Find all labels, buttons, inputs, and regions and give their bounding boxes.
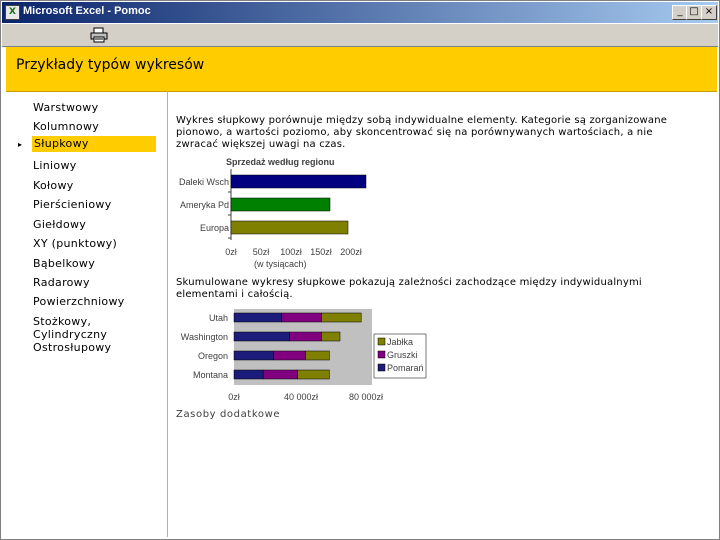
- chart1-bar: [230, 220, 349, 235]
- help-window: X Microsoft Excel - Pomoc _ □ × Przykład…: [0, 0, 720, 540]
- chart2-category-label: Utah: [209, 313, 228, 323]
- nav-item-kolowy[interactable]: Kołowy: [33, 179, 74, 192]
- selected-arrow-icon: ▸: [18, 140, 23, 149]
- chart2-bar-segment: [289, 331, 322, 342]
- chart-type-nav: Warstwowy Kolumnowy ▸ Słupkowy Liniowy K…: [6, 91, 168, 537]
- stacked-bar-chart-by-state: Utah Washington Oregon Montana 0zł 40 000zł 8…: [181, 309, 427, 402]
- nav-item-gieldowy[interactable]: Giełdowy: [33, 218, 86, 231]
- nav-item-kolumnowy[interactable]: Kolumnowy: [33, 120, 99, 133]
- chart1-bar: [230, 197, 331, 212]
- nav-item-slupkowy[interactable]: Słupkowy: [32, 136, 156, 152]
- chart2-legend-label: Pomarań: [387, 363, 424, 373]
- chart1-category-label: Ameryka Pd: [180, 200, 229, 210]
- chart2-tick-label: 80 000zł: [349, 392, 383, 402]
- chart2-bar-segment: [321, 331, 341, 342]
- chart2-legend-swatch: [377, 337, 386, 346]
- nav-item-liniowy[interactable]: Liniowy: [33, 159, 77, 172]
- nav-item-xy-punktowy[interactable]: XY (punktowy): [33, 237, 117, 250]
- chart1-tick-label: 0zł: [225, 247, 237, 257]
- chart2-bar-segment: [297, 369, 330, 380]
- chart1-bar: [230, 174, 367, 189]
- chart2-bar-segment: [273, 350, 306, 361]
- chart2-bar-segment: [233, 350, 274, 361]
- chart2-legend-label: Gruszki: [387, 350, 418, 360]
- chart1-tick-label: 100zł: [280, 247, 302, 257]
- chart2-bar-segment: [321, 312, 362, 323]
- nav-item-cylindryczny[interactable]: Cylindryczny: [33, 328, 107, 341]
- page-title: Przykłady typów wykresów: [16, 57, 205, 73]
- nav-item-warstwowy[interactable]: Warstwowy: [33, 101, 98, 114]
- chart1-x-axis-label: (w tysiącach): [254, 259, 307, 269]
- bar-chart-description: Wykres słupkowy porównuje między sobą in…: [176, 115, 668, 150]
- chart2-bar-segment: [233, 331, 290, 342]
- chart2-category-label: Oregon: [198, 351, 228, 361]
- chart2-tick-label: 40 000zł: [284, 392, 318, 402]
- chart1-tick-label: 200zł: [340, 247, 362, 257]
- nav-item-pierscieniowy[interactable]: Pierścieniowy: [33, 198, 112, 211]
- window-title: Microsoft Excel - Pomoc: [23, 5, 151, 17]
- help-toolbar: [2, 24, 718, 47]
- chart2-category-label: Montana: [193, 370, 228, 380]
- maximize-button[interactable]: □: [686, 5, 702, 20]
- nav-item-ostroslupowy[interactable]: Ostrosłupowy: [33, 341, 111, 354]
- chart2-legend-label: Jabłka: [387, 337, 413, 347]
- excel-app-icon: X: [5, 5, 20, 20]
- chart1-tick-label: 150zł: [310, 247, 332, 257]
- title-bar[interactable]: X Microsoft Excel - Pomoc _ □ ×: [2, 2, 718, 23]
- chart2-bar-segment: [281, 312, 322, 323]
- chart2-bar-segment: [305, 350, 330, 361]
- chart1-category-label: Daleki Wsch: [179, 177, 229, 187]
- nav-item-stozkowy[interactable]: Stożkowy,: [33, 315, 91, 328]
- printer-icon[interactable]: [90, 27, 108, 43]
- page-banner: Przykłady typów wykresów: [6, 47, 717, 92]
- chart2-category-label: Washington: [181, 332, 228, 342]
- nav-item-powierzchniowy[interactable]: Powierzchniowy: [33, 295, 125, 308]
- nav-item-radarowy[interactable]: Radarowy: [33, 276, 90, 289]
- additional-resources-link[interactable]: Zasoby dodatkowe: [176, 409, 280, 420]
- bar-chart-sales-by-region: Sprzedaż według regionu Daleki Wsch Amery…: [179, 157, 367, 269]
- chart2-legend-swatch: [377, 363, 386, 372]
- chart2-tick-label: 0zł: [228, 392, 240, 402]
- nav-item-babelkowy[interactable]: Bąbelkowy: [33, 257, 95, 270]
- stacked-chart-description: Skumulowane wykresy słupkowe pokazują za…: [176, 277, 642, 300]
- chart2-legend-swatch: [377, 350, 386, 359]
- chart1-title: Sprzedaż według regionu: [226, 157, 335, 167]
- chart2-bar-segment: [233, 369, 264, 380]
- chart1-category-label: Europa: [200, 223, 229, 233]
- chart2-bar-segment: [233, 312, 282, 323]
- chart1-tick-label: 50zł: [253, 247, 270, 257]
- close-button[interactable]: ×: [701, 5, 717, 20]
- chart2-bar-segment: [262, 369, 298, 380]
